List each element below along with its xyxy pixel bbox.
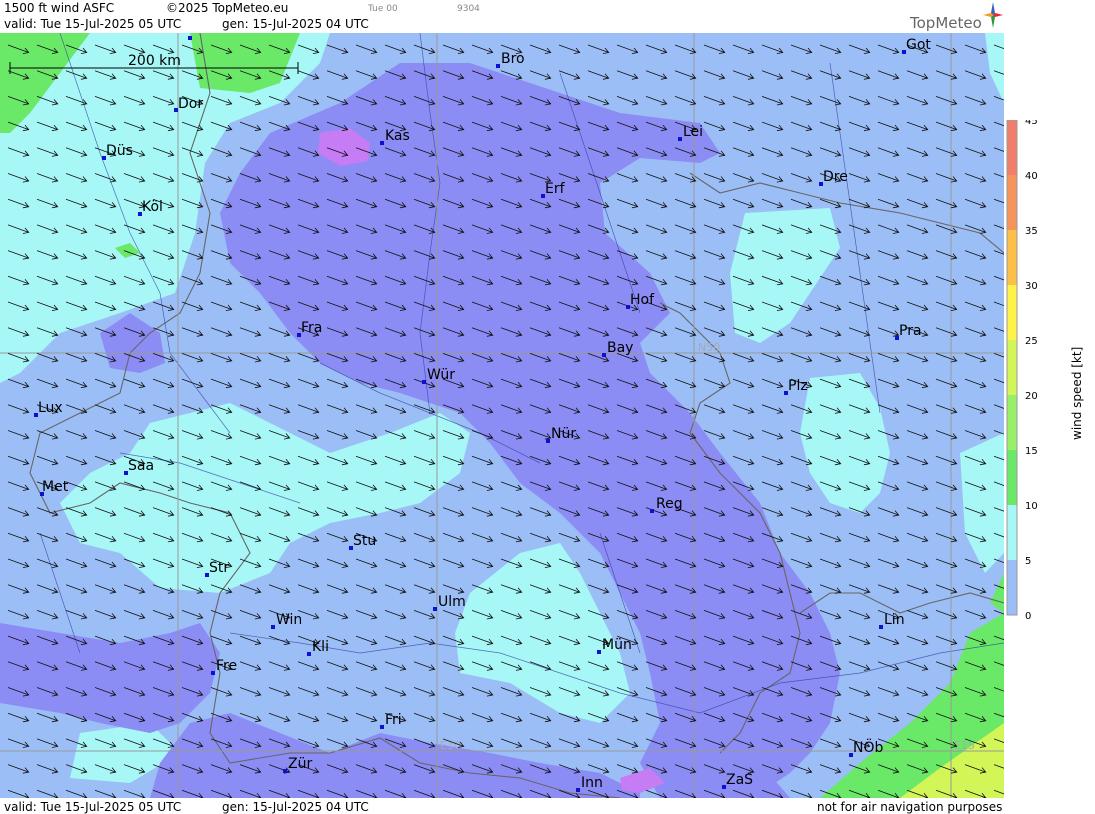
map-title: 1500 ft wind ASFC	[4, 1, 115, 15]
legend-color-swatch	[1007, 340, 1017, 395]
city-label: Fri	[385, 712, 402, 728]
city-label: Mün	[602, 637, 632, 653]
city-label: Plz	[788, 378, 808, 394]
city-label: Fre	[216, 658, 237, 674]
wind-map[interactable]: N50 E10 E15 200 km MünBroGotDorKasLeiDüs…	[0, 33, 1004, 798]
city-label: Met	[42, 479, 69, 495]
legend-tick-label: 5	[1025, 556, 1031, 567]
topmeteo-logo-text: TopMeteo	[910, 14, 982, 32]
legend-tick-label: 10	[1025, 501, 1038, 512]
city-marker	[271, 625, 275, 629]
city-marker	[211, 671, 215, 675]
legend-color-swatch	[1007, 395, 1017, 450]
city-marker	[433, 607, 437, 611]
city-label: ZaS	[726, 772, 753, 788]
city-label: Erf	[545, 181, 566, 197]
footer-disclaimer: not for air navigation purposes	[817, 800, 1003, 814]
footer-gen: gen: 15-Jul-2025 04 UTC	[222, 800, 369, 814]
city-label: Nür	[551, 426, 576, 442]
legend-color-swatch	[1007, 175, 1017, 230]
city-marker	[307, 652, 311, 656]
city-label: Fra	[301, 320, 322, 336]
legend-title: wind speed [kt]	[1070, 347, 1084, 440]
valid-time: valid: Tue 15-Jul-2025 05 UTC	[4, 17, 182, 31]
city-marker	[602, 353, 606, 357]
city-marker	[380, 725, 384, 729]
compass-star-icon	[983, 2, 1003, 28]
city-label: Mün	[191, 33, 221, 37]
grid-label-lon-1: E10	[440, 739, 461, 752]
city-marker	[380, 141, 384, 145]
legend-tick-label: 45	[1025, 120, 1038, 127]
legend-color-swatch	[1007, 230, 1017, 285]
city-label: NÖb	[853, 738, 883, 756]
city-label: Wür	[427, 367, 455, 383]
city-marker	[546, 439, 550, 443]
run-label: Tue 00	[368, 4, 398, 14]
city-marker	[678, 137, 682, 141]
legend-tick-label: 0	[1025, 611, 1031, 622]
city-label: Dre	[823, 169, 848, 185]
city-label: Kli	[312, 639, 329, 655]
city-label: Zür	[288, 756, 312, 772]
legend-tick-label: 15	[1025, 446, 1038, 457]
city-marker	[650, 509, 654, 513]
city-label: Düs	[106, 143, 133, 159]
city-label: Bro	[501, 51, 525, 67]
legend-tick-label: 30	[1025, 281, 1038, 292]
grid-label-lat: N50	[698, 341, 720, 354]
city-label: Stu	[353, 533, 376, 549]
city-label: Lin	[884, 612, 905, 628]
copyright: ©2025 TopMeteo.eu	[166, 1, 289, 15]
city-label: Köl	[142, 199, 163, 215]
city-label: Saa	[128, 458, 154, 474]
city-marker	[576, 788, 580, 792]
city-marker	[879, 625, 883, 629]
city-label: Str	[209, 560, 229, 576]
legend-tick-label: 40	[1025, 171, 1038, 182]
legend-color-swatch	[1007, 505, 1017, 560]
city-label: Ulm	[438, 594, 466, 610]
city-marker	[422, 380, 426, 384]
city-label: Inn	[581, 775, 603, 791]
city-marker	[496, 64, 500, 68]
city-marker	[283, 769, 287, 773]
legend-tick-label: 25	[1025, 336, 1038, 347]
legend-color-swatch	[1007, 120, 1017, 175]
city-label: Bay	[607, 340, 633, 356]
city-label: Reg	[656, 496, 683, 512]
city-label: Hof	[630, 292, 655, 308]
city-label: Pra	[899, 323, 922, 339]
wind-speed-legend: 45 40 35 30 25 20 15 10 5 0 wind speed [kt]	[1006, 120, 1084, 622]
code-label: 9304	[457, 4, 480, 14]
city-label: Lux	[38, 400, 63, 416]
city-label: Lei	[683, 124, 703, 140]
city-marker	[597, 650, 601, 654]
gen-time: gen: 15-Jul-2025 04 UTC	[222, 17, 369, 31]
city-label: Dor	[178, 96, 203, 112]
legend-color-swatch	[1007, 450, 1017, 505]
legend-tick-label: 20	[1025, 391, 1038, 402]
footer-valid: valid: Tue 15-Jul-2025 05 UTC	[4, 800, 182, 814]
city-label: Got	[906, 37, 931, 53]
legend-color-swatch	[1007, 285, 1017, 340]
scale-label: 200 km	[128, 53, 181, 69]
city-label: Win	[276, 612, 302, 628]
city-label: Kas	[385, 128, 410, 144]
legend-color-swatch	[1007, 560, 1017, 615]
legend-tick-label: 35	[1025, 226, 1038, 237]
